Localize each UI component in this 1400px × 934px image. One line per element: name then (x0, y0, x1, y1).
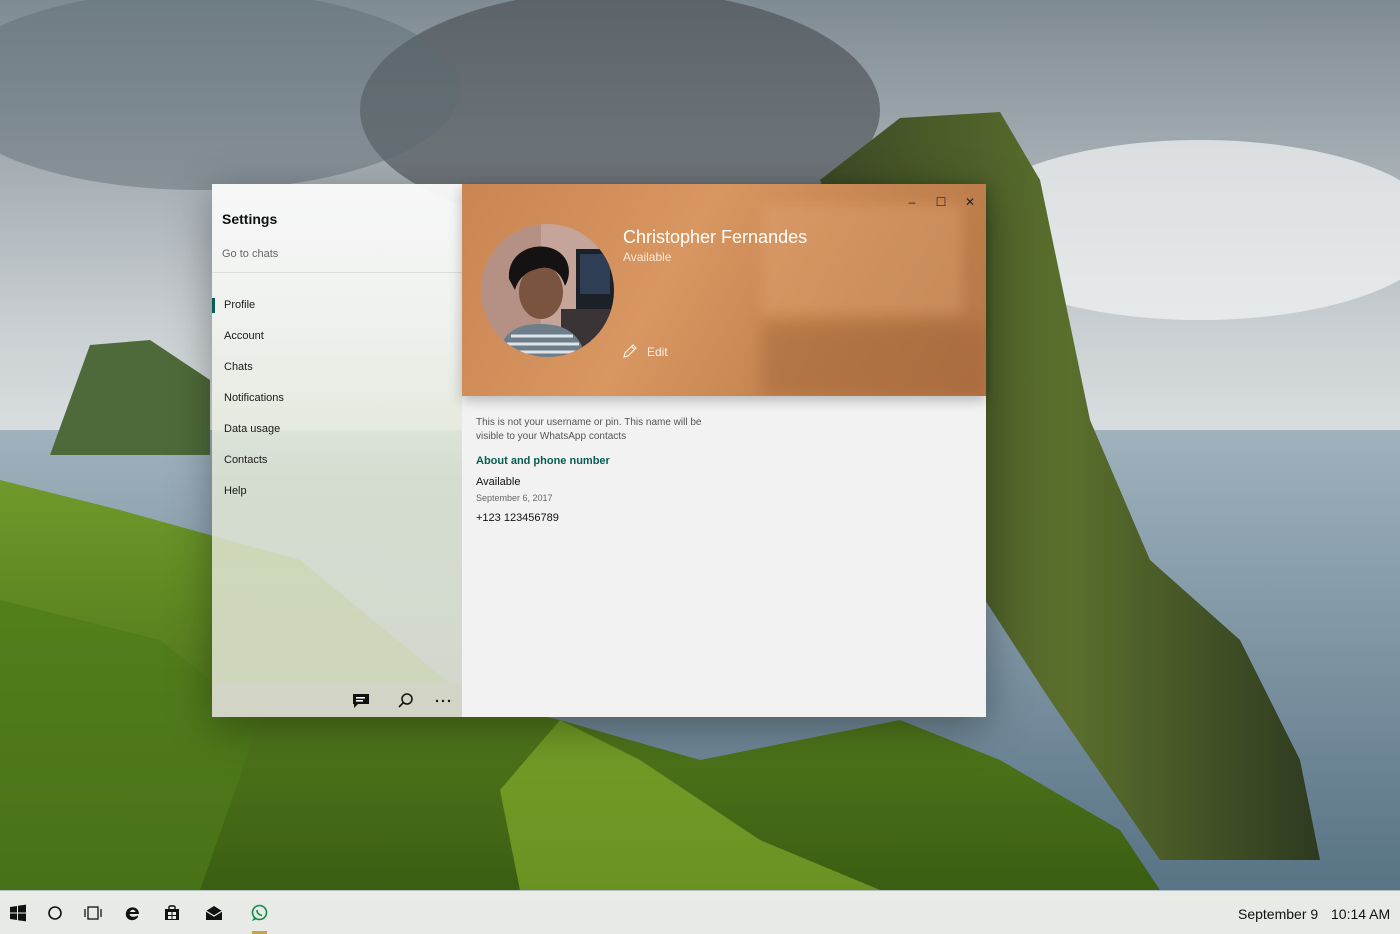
windows-start-icon[interactable] (8, 903, 28, 923)
profile-panel: – ☐ ✕ Christopher Fernandes Available Ed… (462, 184, 986, 717)
minimize-button[interactable]: – (902, 194, 922, 210)
new-chat-icon[interactable] (352, 692, 370, 709)
about-date: September 6, 2017 (476, 493, 553, 503)
go-to-chats-link[interactable]: Go to chats (222, 248, 278, 260)
header-blur-shape (762, 324, 986, 396)
name-visibility-note: This is not your username or pin. This n… (476, 417, 702, 442)
nav-item-help[interactable]: Help (212, 476, 462, 507)
profile-status: Available (623, 250, 672, 264)
profile-header: – ☐ ✕ Christopher Fernandes Available Ed… (462, 184, 986, 396)
nav-item-profile[interactable]: Profile (212, 290, 462, 321)
edge-browser-icon[interactable] (122, 903, 142, 923)
sidebar-toolbar (212, 684, 462, 717)
nav-item-data-usage[interactable]: Data usage (212, 414, 462, 445)
search-circle-icon[interactable] (45, 903, 65, 923)
about-section-title: About and phone number (476, 455, 610, 467)
profile-name: Christopher Fernandes (623, 227, 808, 247)
mail-icon[interactable] (204, 903, 224, 923)
close-button[interactable]: ✕ (960, 194, 980, 210)
whatsapp-window: Settings Go to chats Profile Account Cha… (212, 184, 986, 717)
task-view-icon[interactable] (83, 903, 103, 923)
nav-item-contacts[interactable]: Contacts (212, 445, 462, 476)
nav-item-notifications[interactable]: Notifications (212, 383, 462, 414)
settings-nav: Profile Account Chats Notifications Data… (212, 290, 462, 507)
taskbar-date[interactable]: September 9 (1238, 906, 1318, 922)
taskbar-time[interactable]: 10:14 AM (1331, 906, 1390, 922)
search-icon[interactable] (397, 692, 415, 709)
more-options-icon[interactable] (434, 692, 452, 709)
edit-label: Edit (647, 345, 668, 359)
nav-item-account[interactable]: Account (212, 321, 462, 352)
settings-title: Settings (222, 211, 278, 227)
phone-number: +123 123456789 (476, 512, 559, 524)
settings-sidebar: Settings Go to chats Profile Account Cha… (212, 184, 462, 717)
taskbar: September 9 10:14 AM (0, 891, 1400, 934)
store-icon[interactable] (162, 903, 182, 923)
about-status[interactable]: Available (476, 476, 520, 488)
header-blur-shape (762, 204, 962, 314)
sidebar-divider (212, 272, 462, 273)
pencil-icon (623, 344, 637, 358)
nav-item-chats[interactable]: Chats (212, 352, 462, 383)
whatsapp-icon[interactable] (249, 903, 269, 923)
profile-avatar[interactable] (481, 224, 614, 357)
maximize-button[interactable]: ☐ (931, 194, 951, 210)
